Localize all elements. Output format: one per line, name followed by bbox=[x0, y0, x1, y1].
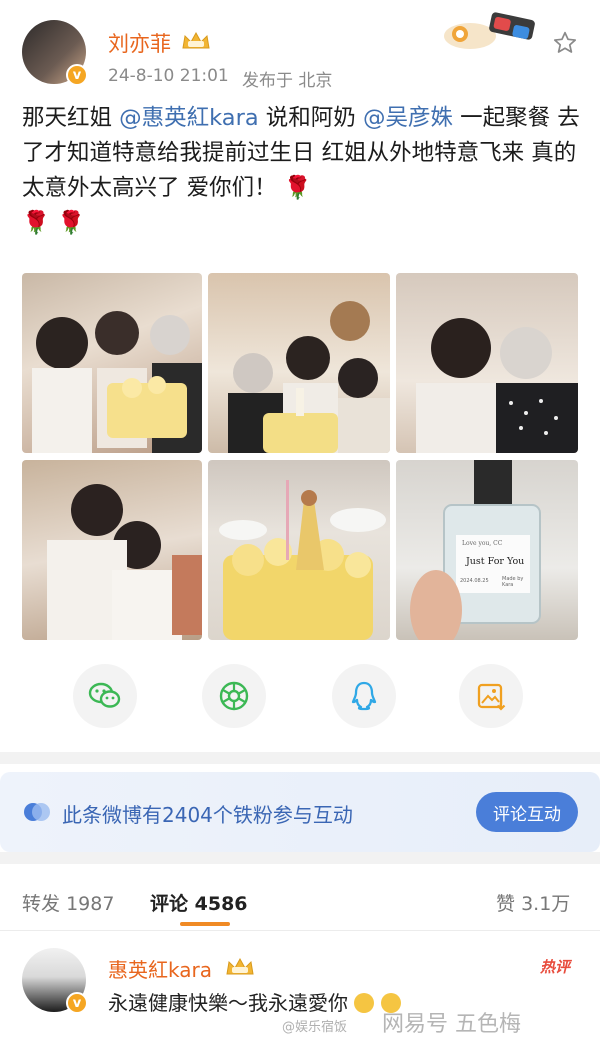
fans-icon bbox=[22, 801, 52, 823]
tab-repost-count: 1987 bbox=[66, 893, 115, 915]
comment-interact-button[interactable]: 评论互动 bbox=[476, 792, 578, 832]
bottle-label-date: 2024.08.25 bbox=[460, 578, 489, 584]
wechat-icon bbox=[88, 682, 121, 708]
photo-1[interactable] bbox=[22, 273, 202, 453]
bottle-label-small: Love you, CC bbox=[462, 540, 503, 547]
post-text-part: 说和阿奶 bbox=[258, 105, 363, 131]
tab-likes[interactable]: 赞 3.1万 bbox=[496, 889, 570, 916]
tab-repost[interactable]: 转发 1987 bbox=[22, 889, 114, 916]
tab-active-indicator bbox=[180, 922, 230, 926]
post-text: 那天红姐 @惠英紅kara 说和阿奶 @吴彦姝 一起聚餐 去了才知道特意给我提前… bbox=[22, 101, 582, 241]
save-image-icon bbox=[477, 683, 506, 711]
verified-badge-icon: v bbox=[66, 64, 88, 86]
section-divider bbox=[0, 752, 600, 764]
watermark-left: @娱乐宿饭 bbox=[282, 1020, 348, 1035]
photo-5[interactable] bbox=[208, 460, 390, 640]
fans-banner-text: 此条微博有2404个铁粉参与互动 bbox=[62, 803, 353, 827]
photo-6[interactable]: Love you, CC Just For You 2024.08.25 Mad… bbox=[396, 460, 578, 640]
tab-likes-count: 3.1万 bbox=[521, 893, 571, 915]
vip-crown-icon bbox=[224, 956, 256, 978]
fans-interaction-banner[interactable]: 此条微博有2404个铁粉参与互动 评论互动 bbox=[0, 772, 600, 852]
qq-icon bbox=[351, 681, 377, 711]
commenter-name[interactable]: 惠英紅kara bbox=[108, 954, 212, 983]
share-wechat-button[interactable] bbox=[73, 664, 137, 728]
tab-comments-count: 4586 bbox=[194, 893, 248, 915]
bottle-label-made: Made by Kara bbox=[502, 576, 524, 588]
tab-repost-label: 转发 bbox=[22, 893, 61, 915]
hot-comment-badge: 热评 bbox=[540, 958, 571, 976]
tab-comments-label: 评论 bbox=[150, 893, 189, 915]
post-text-part: 那天红姐 bbox=[22, 105, 120, 131]
share-moments-button[interactable] bbox=[202, 664, 266, 728]
post-location: 发布于 北京 bbox=[242, 71, 333, 91]
rose-emoji: 🌹 bbox=[22, 210, 51, 236]
vip-crown-icon bbox=[180, 30, 212, 52]
bottle-caption: Just For You bbox=[466, 556, 525, 567]
mention-link[interactable]: @吴彦姝 bbox=[363, 105, 453, 131]
verified-badge-icon: v bbox=[66, 992, 88, 1014]
smile-emoji-icon bbox=[354, 993, 375, 1013]
section-divider bbox=[0, 852, 600, 864]
tab-comments[interactable]: 评论 4586 bbox=[150, 889, 248, 916]
post-date: 24-8-10 21:01 bbox=[108, 66, 229, 86]
comment-text: 永遠健康快樂～我永遠愛你 bbox=[108, 987, 401, 1016]
photo-4[interactable] bbox=[22, 460, 202, 640]
moments-icon bbox=[219, 681, 249, 711]
photo-3[interactable] bbox=[396, 273, 578, 453]
photo-2[interactable] bbox=[208, 273, 390, 453]
tab-likes-label: 赞 bbox=[496, 893, 516, 915]
decoration-sticker-icon bbox=[440, 10, 550, 52]
tabs-divider bbox=[0, 930, 600, 931]
rose-emoji: 🌹 bbox=[57, 210, 86, 236]
rose-emoji: 🌹 bbox=[283, 175, 312, 201]
comment-text-body: 永遠健康快樂～我永遠愛你 bbox=[108, 991, 348, 1015]
author-name[interactable]: 刘亦菲 bbox=[108, 28, 171, 58]
save-image-button[interactable] bbox=[459, 664, 523, 728]
watermark-right: 网易号 五色梅 bbox=[382, 1012, 521, 1037]
mention-link[interactable]: @惠英紅kara bbox=[119, 105, 258, 131]
share-qq-button[interactable] bbox=[332, 664, 396, 728]
favorite-star-icon[interactable] bbox=[552, 30, 578, 56]
